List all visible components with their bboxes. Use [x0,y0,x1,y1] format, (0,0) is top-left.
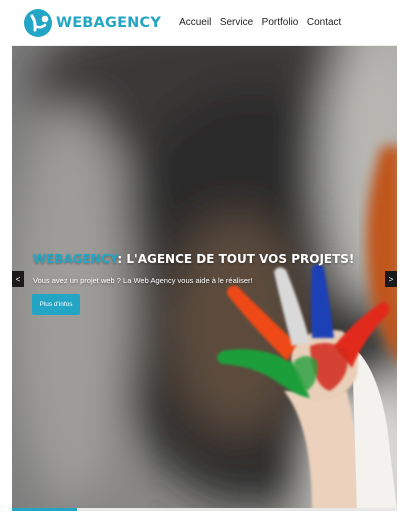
nav-link-contact[interactable]: Contact [307,17,341,28]
chevron-left-icon: < [15,274,21,284]
carousel-prev-button[interactable]: < [12,271,24,287]
brand[interactable]: WEBAGENCY [23,8,161,38]
slide-progress-bar [12,508,397,511]
hero-title: WEBAGENCY: L'AGENCE DE TOUT VOS PROJETS! [33,252,354,266]
carousel-next-button[interactable]: > [385,271,397,287]
brand-name: WEBAGENCY [56,14,162,31]
slide-progress-fill [12,508,78,511]
person-circle-logo-icon [24,8,52,37]
hero-title-rest: : L'AGENCE DE TOUT VOS PROJETS! [117,252,355,266]
nav-link-portfolio[interactable]: Portfolio [262,17,299,28]
hero-title-accent: WEBAGENCY [33,252,118,266]
chevron-right-icon: > [388,274,394,284]
nav-link-service[interactable]: Service [220,17,253,28]
hero-subtitle: Vous avez un projet web ? La Web Agency … [33,276,253,285]
hero-carousel: WEBAGENCY: L'AGENCE DE TOUT VOS PROJETS!… [12,46,397,510]
nav-link-accueil[interactable]: Accueil [179,17,211,28]
main-nav: Accueil Service Portfolio Contact [179,17,350,28]
more-info-button[interactable]: Plus d'infos [32,294,80,315]
page: WEBAGENCY Accueil Service Portfolio Cont… [12,0,397,529]
navbar: WEBAGENCY Accueil Service Portfolio Cont… [12,0,397,46]
